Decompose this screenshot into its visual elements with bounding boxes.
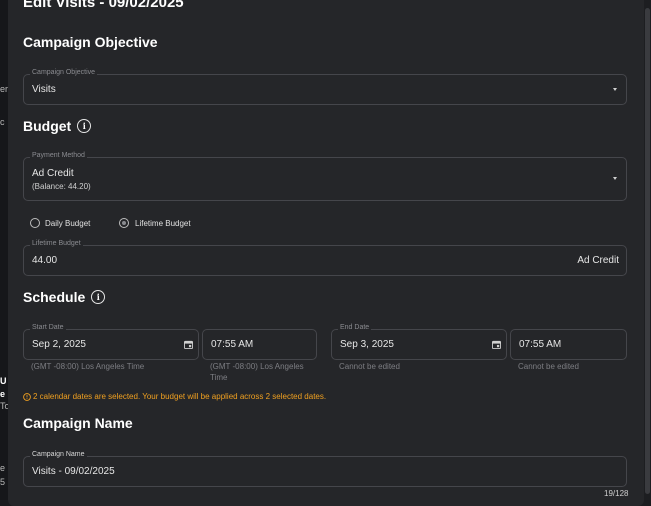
warning-text: 2 calendar dates are selected. Your budg… <box>33 392 327 401</box>
background-fragment: er <box>0 84 9 94</box>
edit-campaign-modal: Edit Visits - 09/02/2025 Campaign Object… <box>8 0 644 506</box>
field-value: Visits - 09/02/2025 <box>32 466 115 477</box>
field-label: Campaign Name <box>30 451 87 458</box>
background-fragment: 5 <box>0 477 6 487</box>
balance-text: (Balance: 44.20) <box>32 182 91 191</box>
not-editable-helper: Cannot be edited <box>339 362 400 371</box>
section-title: Schedule <box>23 289 86 305</box>
not-editable-helper: Cannot be edited <box>518 362 579 371</box>
field-value: 07:55 AM <box>211 339 254 350</box>
campaign-objective-select[interactable]: Campaign Objective Visits <box>23 69 627 105</box>
section-title: Budget <box>23 118 72 134</box>
schedule-warning: 2 calendar dates are selected. Your budg… <box>23 392 326 401</box>
radio-label-daily: Daily Budget <box>45 219 91 228</box>
field-value: Visits <box>32 84 56 95</box>
field-value: Sep 2, 2025 <box>32 339 86 350</box>
timezone-helper: (GMT -08:00) Los Angeles Time <box>31 362 145 371</box>
field-value: 07:55 AM <box>519 339 562 350</box>
end-time-picker[interactable]: 07:55 AM <box>510 329 627 360</box>
timezone-helper: Time <box>210 373 228 382</box>
field-value: Sep 3, 2025 <box>340 339 394 350</box>
scrollbar-thumb[interactable] <box>645 8 650 494</box>
field-label: End Date <box>338 324 372 331</box>
field-value: 44.00 <box>32 255 58 266</box>
lifetime-budget-input[interactable]: Lifetime Budget 44.00 Ad Credit <box>23 240 627 276</box>
radio-label-lifetime: Lifetime Budget <box>135 219 191 228</box>
info-icon[interactable]: i <box>91 290 106 304</box>
background-fragment: e <box>0 389 6 399</box>
radio-daily-budget[interactable] <box>30 218 40 228</box>
field-value: Ad Credit <box>32 168 74 179</box>
info-icon[interactable]: i <box>77 119 92 133</box>
dropdown-caret-icon <box>613 177 617 180</box>
start-date-picker[interactable]: Start Date Sep 2, 2025 <box>23 324 199 360</box>
section-title: Campaign Objective <box>23 34 158 50</box>
start-time-picker[interactable]: 07:55 AM <box>202 329 317 360</box>
radio-lifetime-budget[interactable] <box>119 218 129 228</box>
section-heading-schedule: Schedule i <box>23 289 106 305</box>
field-label: Lifetime Budget <box>30 240 83 247</box>
dropdown-caret-icon <box>613 88 617 91</box>
campaign-name-input[interactable]: Campaign Name Visits - 09/02/2025 <box>23 451 627 487</box>
section-heading-budget: Budget i <box>23 118 92 134</box>
calendar-icon[interactable] <box>184 340 193 349</box>
payment-method-select[interactable]: Payment Method Ad Credit (Balance: 44.20… <box>23 152 627 201</box>
section-title: Campaign Name <box>23 415 133 431</box>
end-date-picker[interactable]: End Date Sep 3, 2025 <box>331 324 507 360</box>
background-fragment: c <box>0 117 5 127</box>
field-label: Start Date <box>30 324 66 331</box>
character-count: 19/128 <box>604 489 629 498</box>
section-heading-campaign-name: Campaign Name <box>23 415 133 431</box>
timezone-helper: (GMT -08:00) Los Angeles <box>210 362 304 371</box>
background-fragment: U <box>0 376 7 386</box>
section-heading-objective: Campaign Objective <box>23 34 158 50</box>
field-label: Payment Method <box>30 152 87 159</box>
modal-title: Edit Visits - 09/02/2025 <box>23 0 184 11</box>
currency-suffix: Ad Credit <box>577 255 619 266</box>
field-label: Campaign Objective <box>30 69 98 76</box>
warning-icon <box>23 392 31 401</box>
calendar-icon[interactable] <box>492 340 501 349</box>
